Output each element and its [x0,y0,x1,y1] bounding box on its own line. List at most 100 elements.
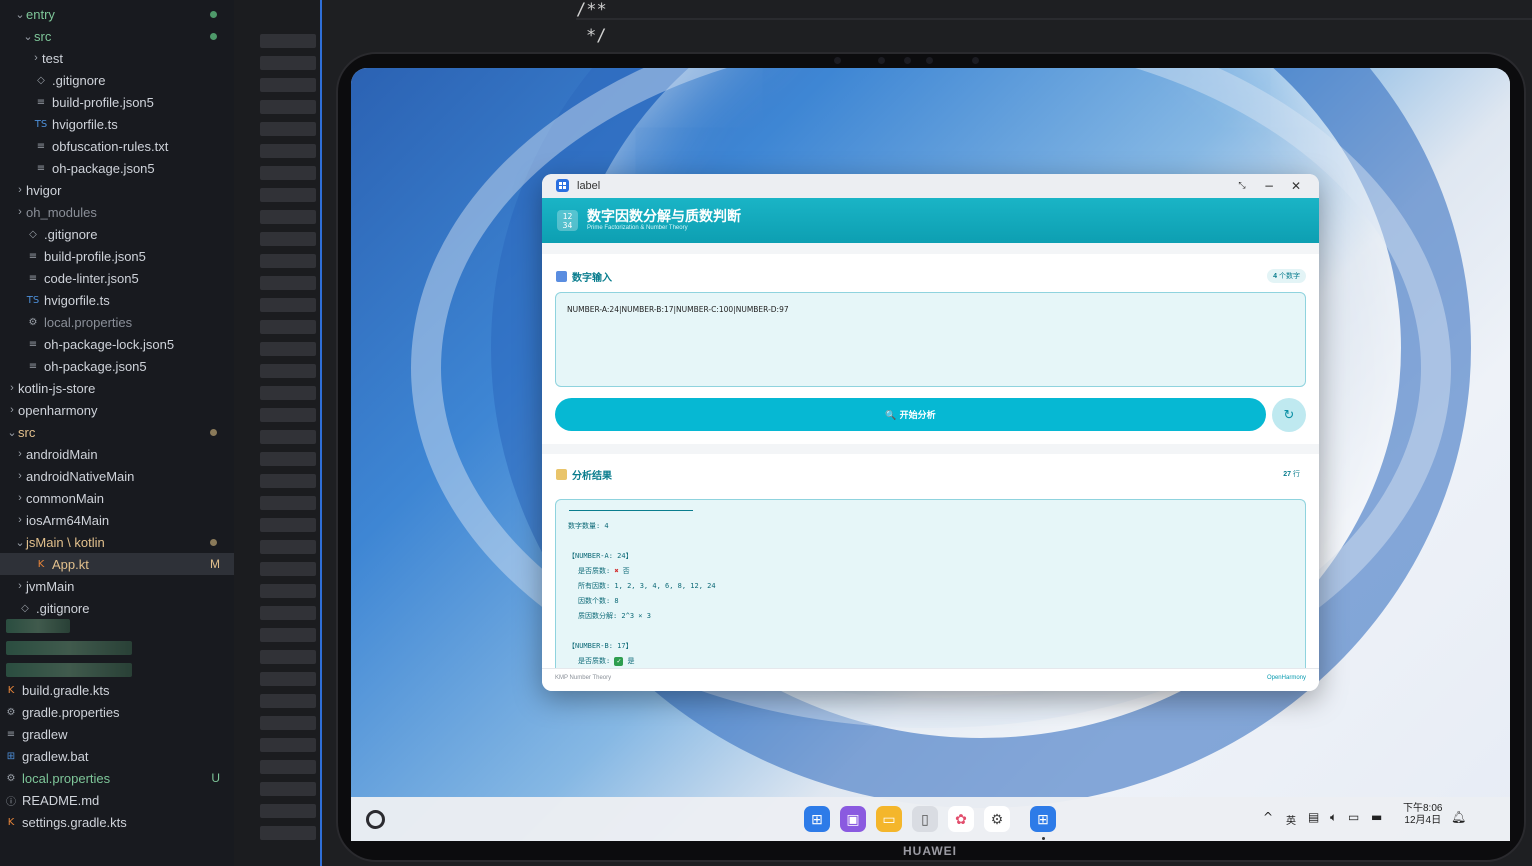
line-number [260,298,316,312]
display-icon[interactable]: ▭ [1348,810,1359,824]
tree-item[interactable]: › androidNativeMain [0,465,234,487]
line-number [260,804,316,818]
tree-item[interactable]: ≡ oh-package.json5 [0,355,234,377]
result-line: 是否质数: ✖ 否 [578,567,630,575]
chevron-right-icon[interactable]: › [14,580,26,592]
line-number [260,364,316,378]
tree-item[interactable]: ≡ oh-package-lock.json5 [0,333,234,355]
tree-item[interactable]: K App.kt M [0,553,234,575]
file-type-icon: ⚙ [6,706,16,718]
settings-app-icon[interactable]: ⚙ [984,806,1010,832]
file-type-icon: TS [34,118,48,130]
tree-item[interactable]: ⌄ src [0,421,234,443]
analyze-button[interactable]: 🔍 开始分析 [555,398,1266,431]
chevron-right-icon[interactable]: › [14,184,26,196]
tree-item[interactable]: ⓘ README.md [0,789,234,811]
notification-bell-icon[interactable]: 🔔︎ [1451,810,1466,824]
number-input-textarea[interactable]: NUMBER-A:24|NUMBER-B:17|NUMBER-C:100|NUM… [555,292,1306,387]
tree-item[interactable]: ◇ .gitignore [0,223,234,245]
clipboard-icon[interactable]: ▤ [1308,810,1319,824]
tree-item-label: build.gradle.kts [22,682,110,698]
chevron-right-icon[interactable]: › [14,448,26,460]
tree-item-label: gradle.properties [22,704,120,720]
chevron-down-icon[interactable]: ⌄ [14,8,26,21]
gallery-app-icon[interactable]: ✿ [948,806,974,832]
tree-item[interactable]: ⊞ gradlew.bat [0,745,234,767]
tree-item[interactable]: TS hvigorfile.ts [0,113,234,135]
chevron-right-icon[interactable]: › [30,52,42,64]
close-window-icon[interactable]: ✕ [1287,177,1305,195]
tree-item[interactable]: ⚙ gradle.properties [0,701,234,723]
result-output-area[interactable]: 数字数量: 4 【NUMBER-A: 24】 是否质数: ✖ 否所有因数: 1, 2,… [555,499,1306,669]
editor-split-divider[interactable] [320,0,322,866]
tree-item[interactable]: ≡ oh-package.json5 [0,157,234,179]
tree-item-label: hvigorfile.ts [44,292,110,308]
tree-item-label: openharmony [18,402,98,418]
tree-item[interactable]: ◇ .gitignore [0,597,234,619]
footer-platform: OpenHarmony [1266,675,1306,681]
tree-item[interactable]: ◇ .gitignore [0,69,234,91]
tree-item[interactable]: › kotlin-js-store [0,377,234,399]
tree-item[interactable]: ⌄ entry [0,3,234,25]
chevron-down-icon[interactable]: ⌄ [6,426,18,439]
tree-item[interactable]: › hvigor [0,179,234,201]
clock[interactable]: 下午8:06 12月4日 [1403,803,1442,827]
line-number [260,408,316,422]
tree-item[interactable]: ≡ obfuscation-rules.txt [0,135,234,157]
tree-item-label: entry [26,6,55,22]
tree-item[interactable]: ≡ code-linter.json5 [0,267,234,289]
window-titlebar[interactable]: label ⤡ − ✕ [542,174,1319,198]
input-language-indicator[interactable]: 英 [1286,812,1296,827]
battery-icon[interactable]: ▬ [1371,810,1382,824]
git-status-dot [210,429,217,436]
result-section-title: 分析结果 [556,467,612,482]
tree-item[interactable]: › commonMain [0,487,234,509]
home-button[interactable] [366,810,385,829]
input-card: 数字输入 4 个数字 NUMBER-A:24|NUMBER-B:17|NUMBE… [542,254,1319,444]
file-type-icon: ◇ [21,602,29,614]
tree-item[interactable]: › iosArm64Main [0,509,234,531]
chevron-right-icon[interactable]: › [14,492,26,504]
app-launcher-icon[interactable]: ⊞ [804,806,830,832]
chevron-down-icon[interactable]: ⌄ [22,30,34,43]
chevron-right-icon[interactable]: › [6,382,18,394]
reset-button[interactable]: ↻ [1272,398,1306,432]
tree-item[interactable]: ⌄ src [0,25,234,47]
chevron-right-icon[interactable]: › [14,470,26,482]
file-type-icon: K [37,558,45,570]
device-brand-label: HUAWEI [903,844,957,858]
chevron-right-icon[interactable]: › [6,404,18,416]
tray-expand-icon[interactable]: ^ [1263,810,1273,824]
file-type-icon: ≡ [28,250,38,262]
tree-item[interactable]: ≡ build-profile.json5 [0,91,234,113]
files-app-icon[interactable]: ▭ [876,806,902,832]
tree-item[interactable]: › test [0,47,234,69]
tree-item[interactable]: › jvmMain [0,575,234,597]
chevron-right-icon[interactable]: › [14,206,26,218]
chevron-right-icon[interactable]: › [14,514,26,526]
line-number [260,826,316,840]
chevron-down-icon[interactable]: ⌄ [14,536,26,549]
input-section-title: 数字输入 [556,269,612,284]
tree-item[interactable]: ≡ gradlew [0,723,234,745]
multitask-app-icon[interactable]: ▣ [840,806,866,832]
line-number [260,562,316,576]
tree-item[interactable]: ≡ build-profile.json5 [0,245,234,267]
result-line-count: 27 行 [1283,471,1300,478]
recycle-bin-icon[interactable]: ▯ [912,806,938,832]
tree-item[interactable]: › openharmony [0,399,234,421]
tree-item[interactable]: Ksettings.gradle.kts [0,811,234,833]
volume-icon[interactable]: 🔈︎ [1330,810,1337,825]
tree-item[interactable]: TS hvigorfile.ts [0,289,234,311]
restore-window-icon[interactable]: ⤡ [1233,177,1251,195]
tree-item[interactable]: ⚙ local.properties [0,311,234,333]
tree-item[interactable]: ⌄ jsMain \ kotlin [0,531,234,553]
tree-item[interactable]: › androidMain [0,443,234,465]
tree-item-label: oh_modules [26,204,97,220]
tree-item[interactable]: ⚙ local.properties U [0,767,234,789]
tree-item[interactable]: Kbuild.gradle.kts [0,679,234,701]
tree-item[interactable]: › oh_modules [0,201,234,223]
git-status-badge: M [210,557,220,571]
running-app-icon[interactable]: ⊞ [1030,806,1056,832]
minimize-window-icon[interactable]: − [1260,177,1278,195]
